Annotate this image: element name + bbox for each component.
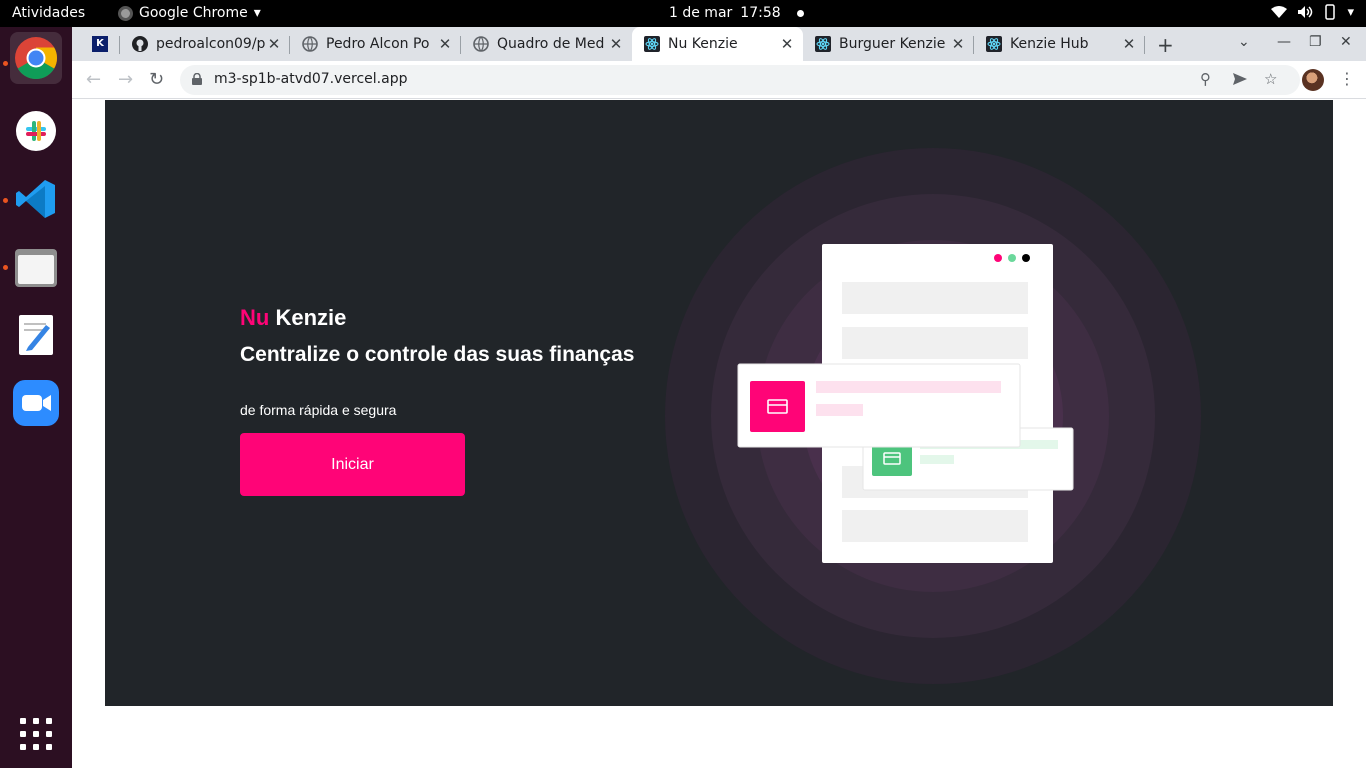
- show-applications-icon[interactable]: [20, 718, 52, 750]
- react-icon: [815, 36, 831, 52]
- notification-dot-icon: [796, 9, 804, 17]
- app-menu-label: Google Chrome: [139, 5, 248, 21]
- phone-icon: [1325, 4, 1336, 20]
- reload-button[interactable]: ↻: [149, 69, 164, 90]
- profile-avatar[interactable]: [1302, 69, 1324, 91]
- bookmark-star-icon[interactable]: ☆: [1264, 70, 1277, 88]
- browser-toolbar: ← → ↻ m3-sp1b-atvd07.vercel.app ⚲ ☆ ⋮: [72, 61, 1366, 99]
- dock: [0, 27, 72, 768]
- dock-text-editor[interactable]: [10, 309, 62, 361]
- system-top-bar: Atividades Google Chrome ▾ 1 de mar 17:5…: [0, 0, 1366, 27]
- text-editor-icon: [19, 315, 53, 355]
- dock-chrome[interactable]: [10, 32, 62, 84]
- forward-button[interactable]: →: [118, 69, 133, 90]
- back-button[interactable]: ←: [86, 69, 101, 90]
- tab-quadro[interactable]: Quadro de Med ✕: [461, 27, 632, 61]
- wifi-icon: [1271, 6, 1288, 18]
- date-label: 1 de mar: [669, 5, 733, 21]
- new-tab-button[interactable]: +: [1157, 33, 1174, 57]
- close-window-button[interactable]: ✕: [1340, 34, 1352, 50]
- dock-vscode[interactable]: [10, 173, 62, 225]
- tab-nu-kenzie[interactable]: Nu Kenzie ✕: [632, 27, 803, 61]
- folder-icon: [15, 249, 57, 287]
- tab-burguer-kenzie[interactable]: Burguer Kenzie ✕: [803, 27, 974, 61]
- close-icon[interactable]: ✕: [437, 35, 453, 53]
- activities-button[interactable]: Atividades: [12, 5, 85, 21]
- running-indicator: [3, 198, 8, 203]
- hero-section: Nu Kenzie Centralize o controle das suas…: [105, 100, 1333, 706]
- chrome-icon: [118, 5, 133, 21]
- time-label: 17:58: [740, 5, 781, 21]
- globe-icon: [302, 36, 318, 52]
- send-icon[interactable]: [1232, 72, 1248, 86]
- tab-search-icon[interactable]: ⌄: [1238, 34, 1250, 50]
- github-icon: [132, 36, 148, 52]
- caret-down-icon: ▾: [1347, 4, 1354, 20]
- tab-portfolio[interactable]: Pedro Alcon Po ✕: [290, 27, 461, 61]
- kenzie-k-icon: K: [92, 36, 108, 52]
- close-icon[interactable]: ✕: [1121, 35, 1137, 53]
- brand-kenzie: Kenzie: [275, 305, 347, 330]
- globe-icon: [473, 36, 489, 52]
- running-indicator: [3, 61, 8, 66]
- react-icon: [644, 36, 660, 52]
- close-icon[interactable]: ✕: [266, 35, 282, 53]
- hero-subheadline: de forma rápida e segura: [240, 402, 397, 418]
- vscode-icon: [16, 180, 55, 218]
- system-tray[interactable]: ▾: [1271, 4, 1354, 20]
- brand-logo: Nu Kenzie: [240, 305, 346, 331]
- start-button[interactable]: Iniciar: [240, 433, 465, 496]
- react-icon: [986, 36, 1002, 52]
- chrome-icon: [15, 37, 58, 80]
- lock-icon: [192, 73, 202, 85]
- zoom-icon[interactable]: ⚲: [1200, 70, 1211, 88]
- minimize-button[interactable]: —: [1277, 34, 1291, 50]
- zoom-icon: [13, 380, 59, 426]
- finance-illustration: [665, 148, 1201, 684]
- close-icon[interactable]: ✕: [779, 35, 795, 53]
- page-viewport: Nu Kenzie Centralize o controle das suas…: [72, 100, 1366, 768]
- brand-nu: Nu: [240, 305, 270, 330]
- url-text: m3-sp1b-atvd07.vercel.app: [214, 71, 408, 87]
- tab-github[interactable]: pedroalcon09/p ✕: [120, 27, 290, 61]
- dock-zoom[interactable]: [10, 377, 62, 429]
- slack-icon: [16, 111, 56, 151]
- address-bar[interactable]: m3-sp1b-atvd07.vercel.app ⚲ ☆: [180, 65, 1300, 95]
- volume-icon: [1298, 6, 1313, 18]
- clock[interactable]: 1 de mar 17:58: [669, 5, 804, 21]
- chrome-window: K pedroalcon09/p ✕ Pedro Alcon Po ✕ Quad…: [72, 27, 1366, 768]
- tab-strip: K pedroalcon09/p ✕ Pedro Alcon Po ✕ Quad…: [72, 27, 1366, 61]
- dock-files[interactable]: [10, 241, 62, 293]
- tab-kenzie-hub[interactable]: Kenzie Hub ✕: [974, 27, 1145, 61]
- more-menu-icon[interactable]: ⋮: [1339, 69, 1355, 88]
- running-indicator: [3, 265, 8, 270]
- caret-down-icon: ▾: [253, 5, 261, 21]
- tab-kenzie-k[interactable]: K: [80, 27, 120, 61]
- close-icon[interactable]: ✕: [950, 35, 966, 53]
- dock-slack[interactable]: [10, 105, 62, 157]
- hero-headline: Centralize o controle das suas finanças: [240, 343, 635, 366]
- close-icon[interactable]: ✕: [608, 35, 624, 53]
- app-menu[interactable]: Google Chrome ▾: [118, 5, 261, 21]
- maximize-button[interactable]: ❐: [1309, 34, 1322, 50]
